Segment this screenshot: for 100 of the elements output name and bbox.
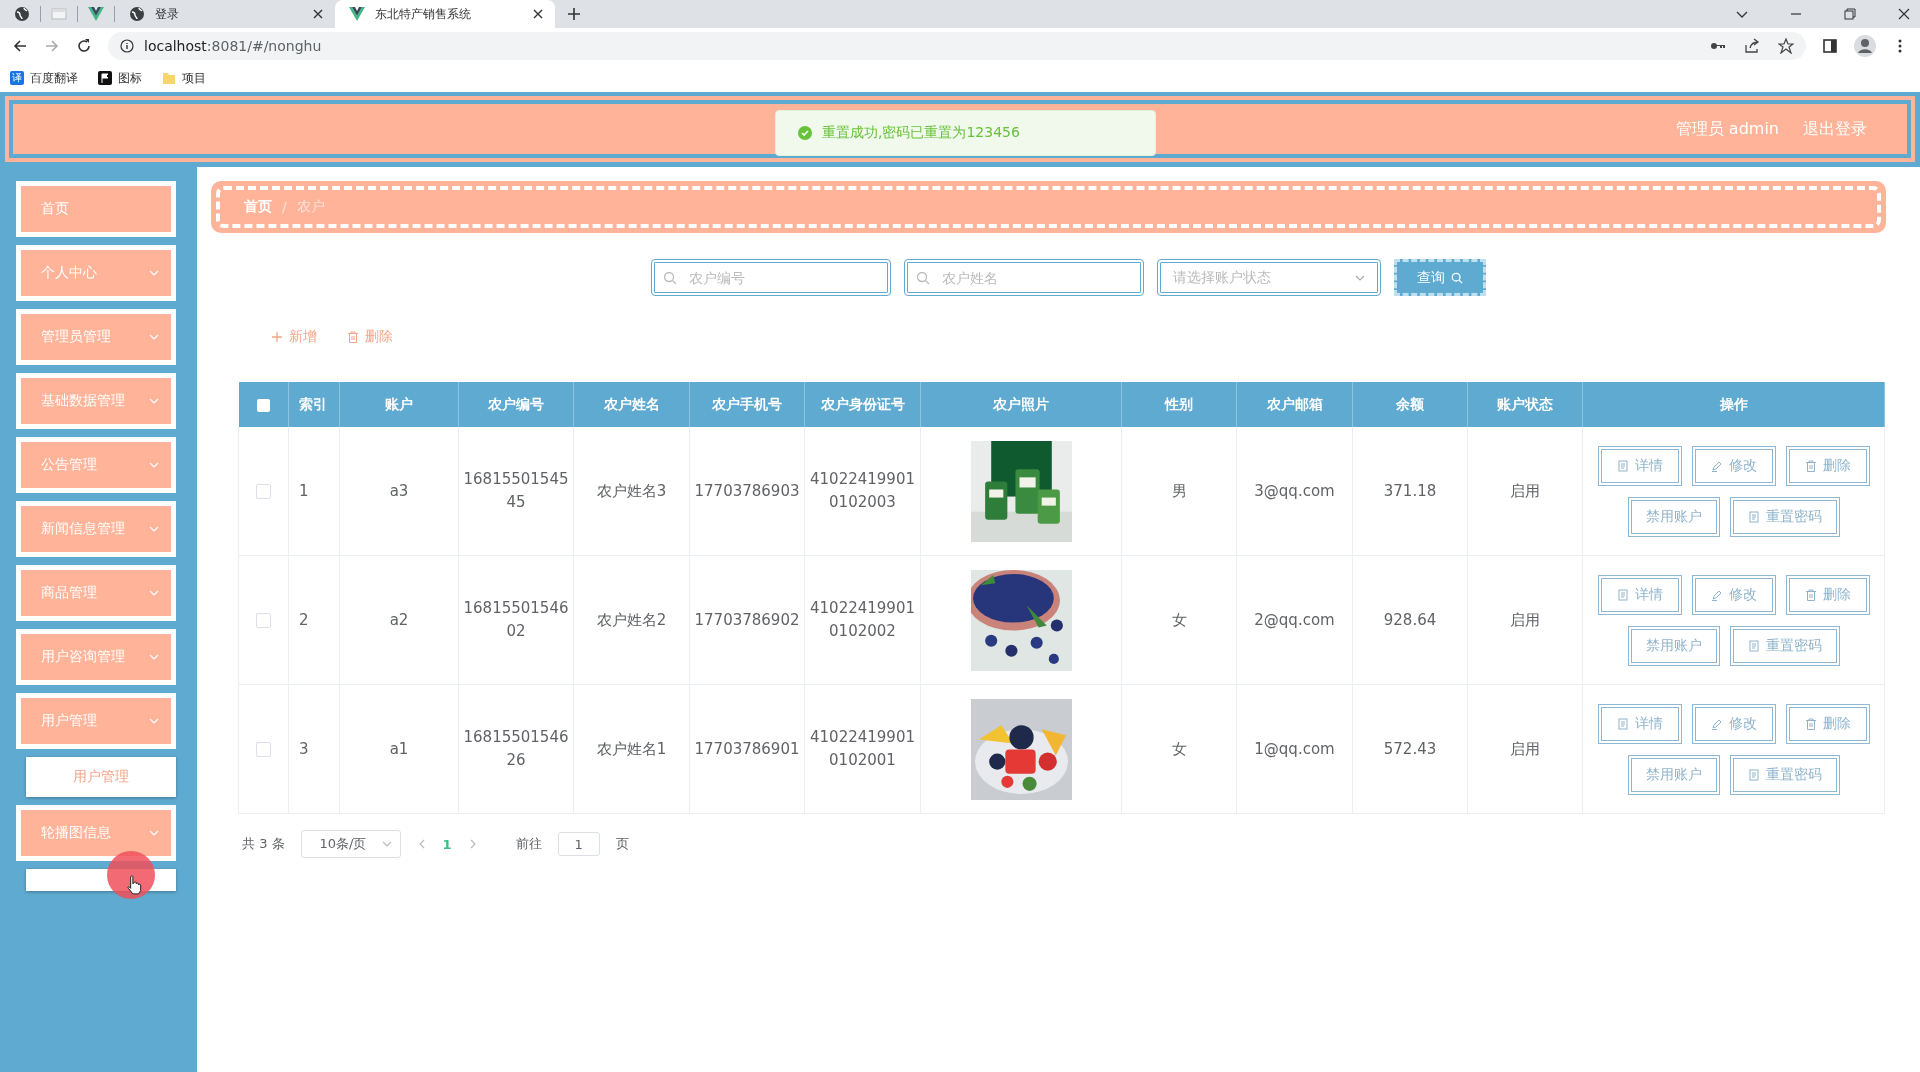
page-input[interactable]: 1 <box>557 832 600 856</box>
document-icon <box>1747 768 1760 781</box>
logout-link[interactable]: 退出登录 <box>1803 118 1867 140</box>
sidebar-item[interactable]: 商品管理 <box>16 565 176 621</box>
sidebar-item[interactable]: 用户管理 <box>16 693 176 749</box>
sidebar-item[interactable]: 基础数据管理 <box>16 373 176 429</box>
profile-icon[interactable] <box>1854 35 1876 57</box>
table-cell: 928.64 <box>1383 611 1437 629</box>
breadcrumb-item[interactable]: 农户 <box>296 198 325 216</box>
info-icon <box>120 39 134 53</box>
table-cell: 农户姓名1 <box>596 739 667 758</box>
vue-icon[interactable] <box>88 6 104 22</box>
table-cell: 2@qq.com <box>1254 611 1335 629</box>
row-action-button[interactable]: 重置密码 <box>1729 754 1840 795</box>
table-cell: 农户姓名3 <box>596 481 667 500</box>
back-icon[interactable] <box>12 38 28 54</box>
page-number[interactable]: 1 <box>442 836 452 852</box>
document-icon <box>1616 588 1629 601</box>
row-action-button[interactable]: 详情 <box>1597 703 1682 744</box>
page-size-select[interactable]: 10条/页 <box>300 830 401 858</box>
add-button[interactable]: 新增 <box>271 324 317 350</box>
side-panel-icon[interactable] <box>1822 38 1838 54</box>
row-action-button[interactable]: 删除 <box>1785 574 1870 615</box>
table-cell-text: 410224199010102001 <box>810 727 915 771</box>
row-action-button[interactable]: 删除 <box>1785 703 1870 744</box>
sidebar-item[interactable]: 新闻信息管理 <box>16 501 176 557</box>
trash-icon <box>1804 459 1817 472</box>
column-header: 余额 <box>1396 395 1424 412</box>
row-action-button[interactable]: 禁用账户 <box>1627 754 1720 795</box>
browser-tab[interactable]: 登录 <box>115 0 335 28</box>
close-icon[interactable] <box>533 9 543 19</box>
chevron-down-icon <box>149 524 159 534</box>
address-field[interactable]: localhost:8081/#/nonghu <box>108 32 1806 60</box>
table-cell: 17703786902 <box>694 611 800 629</box>
close-icon[interactable] <box>313 9 323 19</box>
chevron-down-icon <box>149 396 159 406</box>
table-cell-text: 1681550154545 <box>463 469 569 513</box>
document-icon <box>1747 510 1760 523</box>
chevron-down-icon <box>149 588 159 598</box>
close-icon[interactable] <box>1898 8 1910 20</box>
pencil-icon <box>1710 459 1723 472</box>
column-header: 农户编号 <box>488 395 544 412</box>
row-action-button[interactable]: 修改 <box>1691 445 1776 486</box>
total-count: 共 3 条 <box>242 835 285 853</box>
column-header: 农户邮箱 <box>1266 395 1323 412</box>
row-checkbox[interactable] <box>256 613 271 628</box>
search-field[interactable]: 农户编号 <box>651 259 891 296</box>
row-checkbox[interactable] <box>256 742 271 757</box>
bookmark[interactable]: 图标 <box>98 69 142 87</box>
column-header: 性别 <box>1165 395 1193 412</box>
row-action-button[interactable]: 修改 <box>1691 703 1776 744</box>
table-cell: a1 <box>389 740 409 758</box>
new-tab-icon[interactable] <box>567 7 581 21</box>
status-select[interactable]: 请选择账户状态 <box>1157 259 1381 296</box>
star-icon[interactable] <box>1778 38 1794 54</box>
sidebar-item[interactable]: 轮播图信息 <box>16 805 176 861</box>
bookmark[interactable]: 译 百度翻译 <box>10 69 78 87</box>
row-action-button[interactable]: 重置密码 <box>1729 625 1840 666</box>
table-cell: 371.18 <box>1383 482 1437 500</box>
browser-tab[interactable]: 东北特产销售系统 <box>335 0 555 28</box>
column-header: 农户姓名 <box>603 395 660 412</box>
search-field[interactable]: 农户姓名 <box>904 259 1144 296</box>
sidebar-item[interactable]: 用户咨询管理 <box>16 629 176 685</box>
column-header: 农户身份证号 <box>820 395 905 412</box>
row-action-button[interactable]: 禁用账户 <box>1627 625 1720 666</box>
chevron-down-icon <box>149 716 159 726</box>
table-cell: 1 <box>299 482 309 500</box>
row-action-button[interactable]: 删除 <box>1785 445 1870 486</box>
sidebar-item[interactable]: 个人中心 <box>16 245 176 301</box>
sidebar-item[interactable]: 公告管理 <box>16 437 176 493</box>
table-cell: 农户姓名2 <box>596 610 667 629</box>
sidebar-item[interactable]: 首页 <box>16 181 176 237</box>
chevron-down-icon <box>381 839 392 849</box>
row-action-button[interactable]: 禁用账户 <box>1627 496 1720 537</box>
submenu-item[interactable]: 用户管理 <box>26 757 176 797</box>
user-label: 管理员 admin <box>1675 118 1779 140</box>
row-action-button[interactable]: 修改 <box>1691 574 1776 615</box>
globe-icon[interactable] <box>14 6 30 22</box>
delete-button[interactable]: 删除 <box>347 324 393 350</box>
column-header: 操作 <box>1719 395 1748 412</box>
row-action-button[interactable]: 详情 <box>1597 445 1682 486</box>
reload-icon[interactable] <box>76 38 92 54</box>
chevron-down-icon <box>149 332 159 342</box>
select-all-checkbox[interactable] <box>256 399 270 412</box>
bookmark[interactable]: 项目 <box>162 69 206 87</box>
trash-icon <box>1804 588 1817 601</box>
table-cell: 17703786901 <box>694 740 800 758</box>
breadcrumb-item[interactable]: 首页 <box>244 198 272 216</box>
share-icon[interactable] <box>1744 38 1760 54</box>
sidebar-item[interactable]: 管理员管理 <box>16 309 176 365</box>
row-action-button[interactable]: 重置密码 <box>1729 496 1840 537</box>
page-suffix: 页 <box>615 835 629 853</box>
restore-icon[interactable] <box>1844 8 1856 20</box>
row-checkbox[interactable] <box>256 484 271 499</box>
row-action-button[interactable]: 详情 <box>1597 574 1682 615</box>
table-cell: a3 <box>389 482 409 500</box>
search-icon <box>916 271 930 285</box>
column-header: 农户照片 <box>993 395 1049 412</box>
table-cell: 女 <box>1171 610 1187 629</box>
search-button[interactable]: 查询 <box>1394 259 1486 296</box>
